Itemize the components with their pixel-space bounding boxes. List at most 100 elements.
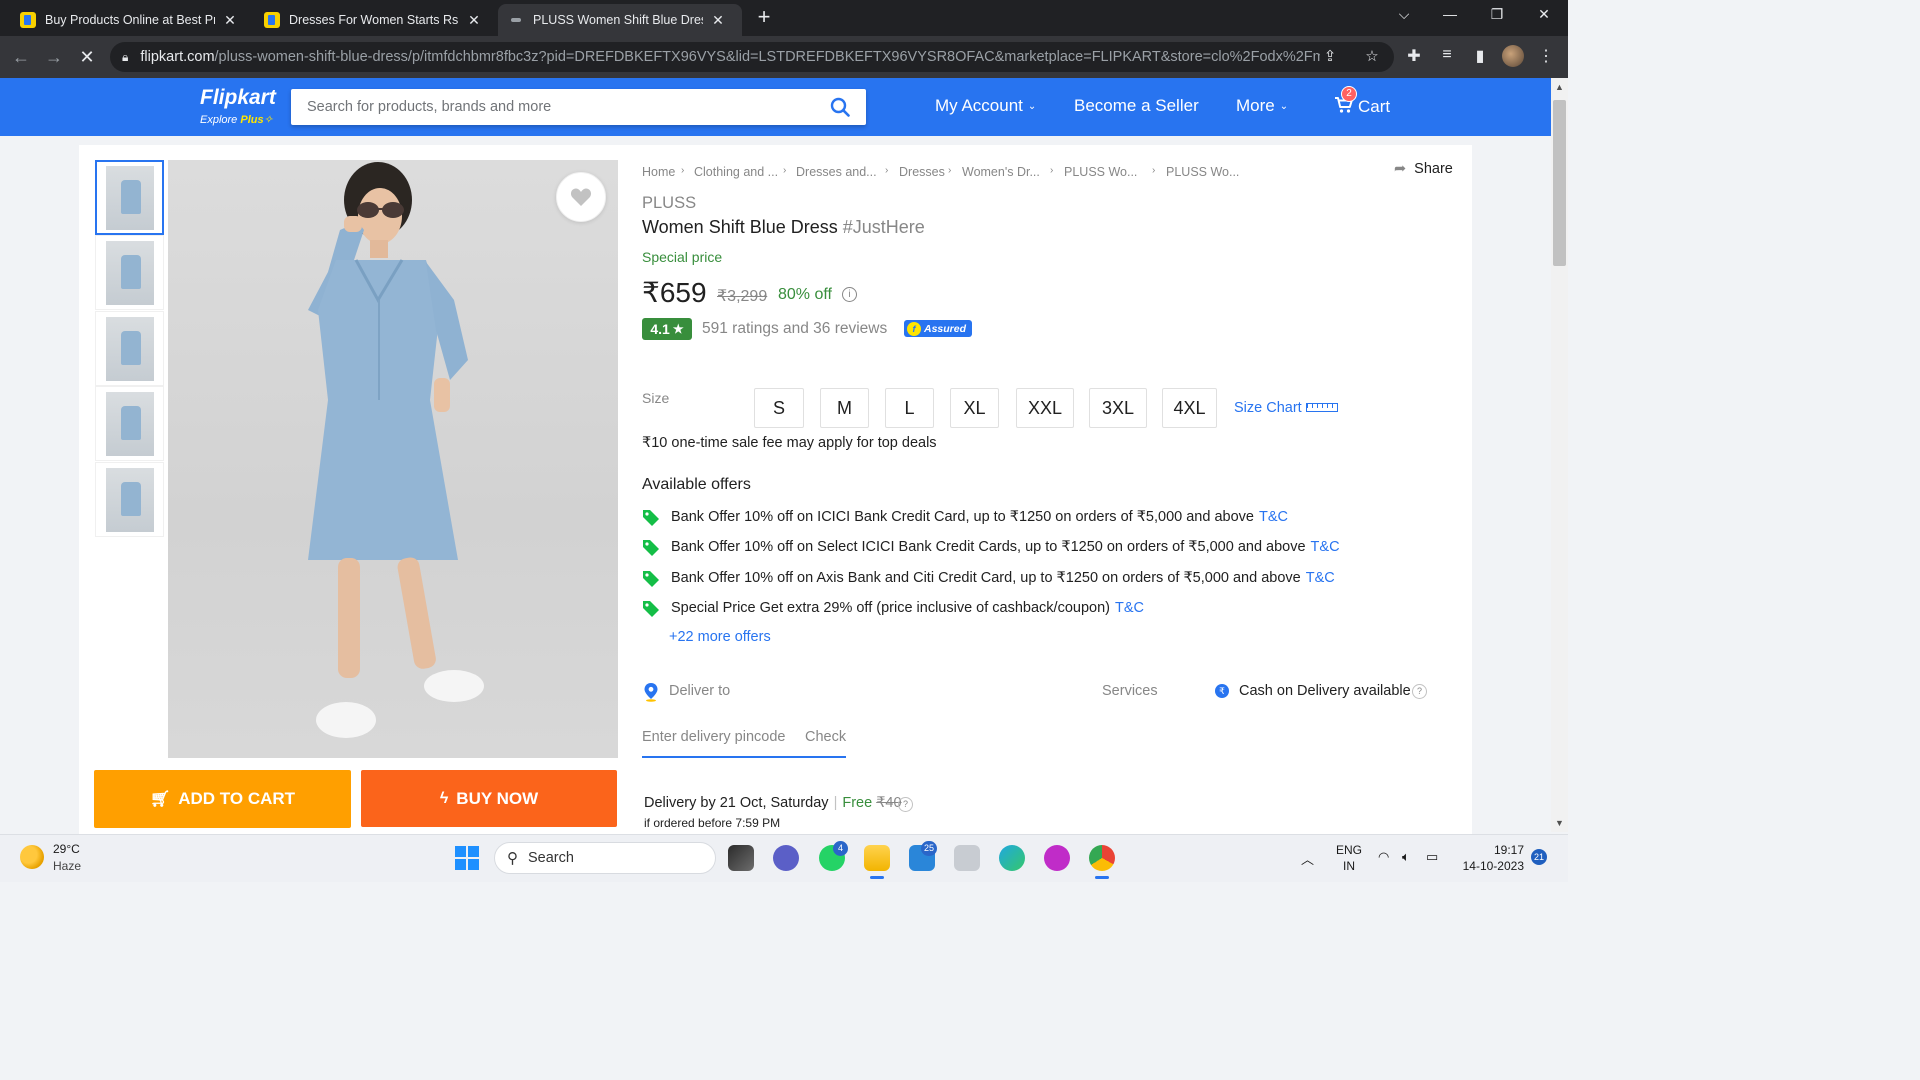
breadcrumb-item[interactable]: Home — [642, 165, 675, 179]
services-label: Services — [1102, 683, 1158, 699]
size-option[interactable]: 4XL — [1162, 388, 1217, 428]
cod-availability: Cash on Delivery available — [1239, 683, 1411, 699]
extensions-puzzle-icon[interactable]: ✚ — [1403, 46, 1425, 66]
my-account-menu[interactable]: My Account ⌄ — [935, 96, 1036, 116]
close-icon[interactable]: ✕ — [221, 12, 239, 29]
media-control-icon[interactable]: ≡ — [1436, 46, 1458, 64]
battery-icon[interactable]: ▭ — [1426, 849, 1438, 865]
notification-badge[interactable]: 21 — [1531, 849, 1547, 865]
weather-sun-icon[interactable] — [20, 845, 44, 869]
window-close-icon[interactable]: ✕ — [1532, 6, 1556, 23]
product-thumbnail[interactable] — [95, 160, 164, 235]
terms-link[interactable]: T&C — [1311, 539, 1340, 555]
browser-tab[interactable]: Buy Products Online at Best Price ✕ — [10, 4, 254, 36]
order-cutoff-note: if ordered before 7:59 PM — [644, 816, 781, 830]
weather-temperature[interactable]: 29°C — [53, 842, 80, 856]
rating-badge[interactable]: 4.1 ★ — [642, 318, 692, 340]
taskbar-search[interactable]: ⚲ Search — [494, 842, 716, 874]
side-panel-icon[interactable]: ▮ — [1469, 46, 1491, 66]
wps-office-icon[interactable] — [1044, 845, 1070, 871]
product-main-image[interactable] — [168, 160, 618, 758]
mail-badge: 25 — [921, 841, 938, 856]
profile-avatar[interactable] — [1502, 45, 1524, 67]
search-icon[interactable] — [830, 97, 850, 117]
running-indicator — [870, 876, 884, 879]
size-option[interactable]: XL — [950, 388, 999, 428]
product-thumbnail[interactable] — [95, 235, 164, 310]
pincode-input[interactable] — [642, 729, 792, 745]
terms-link[interactable]: T&C — [1259, 509, 1288, 525]
notepad-icon[interactable] — [954, 845, 980, 871]
url-bar[interactable]: 🔒︎ flipkart.com/pluss-women-shift-blue-d… — [110, 42, 1394, 72]
product-title: Women Shift Blue Dress #JustHere — [642, 217, 925, 237]
more-offers-link[interactable]: +22 more offers — [669, 629, 771, 645]
scroll-down-icon[interactable]: ▼ — [1551, 818, 1568, 828]
pincode-check-button[interactable]: Check — [805, 729, 846, 745]
price-info-icon[interactable]: i — [842, 287, 857, 302]
search-input[interactable] — [307, 99, 807, 115]
help-question-icon[interactable]: ? — [898, 797, 913, 812]
volume-icon[interactable]: 🔈︎ — [1402, 849, 1410, 865]
terms-link[interactable]: T&C — [1306, 570, 1335, 586]
tab-title: PLUSS Women Shift Blue Dress — [533, 13, 703, 27]
file-explorer-icon[interactable] — [864, 845, 890, 871]
product-thumbnail[interactable] — [95, 462, 164, 537]
size-option[interactable]: XXL — [1016, 388, 1074, 428]
size-option[interactable]: M — [820, 388, 869, 428]
breadcrumb-item[interactable]: Clothing and ... — [694, 165, 778, 179]
breadcrumb-item[interactable]: Dresses and... — [796, 165, 877, 179]
tab-search-chevron-icon[interactable]: ⌵ — [1392, 6, 1416, 23]
windows-start-icon[interactable] — [455, 846, 479, 870]
share-page-icon[interactable]: ⇪ — [1320, 47, 1340, 65]
breadcrumb-item[interactable]: PLUSS Wo... — [1064, 165, 1137, 179]
new-tab-icon[interactable]: + — [752, 6, 776, 28]
language-indicator[interactable]: ENG IN — [1336, 842, 1362, 874]
wifi-icon[interactable]: ◠ — [1378, 849, 1389, 865]
wishlist-button[interactable] — [556, 172, 606, 222]
bookmark-star-icon[interactable]: ☆ — [1362, 47, 1382, 65]
minimize-icon[interactable]: — — [1438, 6, 1462, 22]
size-option[interactable]: L — [885, 388, 934, 428]
flipkart-logo[interactable]: Flipkart Explore Plus✧ — [200, 86, 276, 128]
product-thumbnail[interactable] — [95, 311, 164, 386]
star-icon: ★ — [672, 322, 684, 336]
breadcrumb-item[interactable]: Women's Dr... — [962, 165, 1040, 179]
tray-chevron-up-icon[interactable]: ︿ — [1301, 849, 1314, 868]
restore-icon[interactable]: ❐ — [1485, 6, 1509, 23]
become-seller-link[interactable]: Become a Seller — [1074, 96, 1199, 116]
size-option[interactable]: S — [754, 388, 804, 428]
product-thumbnail[interactable] — [95, 386, 164, 461]
stop-loading-icon[interactable]: ✕ — [76, 46, 98, 68]
close-icon[interactable]: ✕ — [709, 12, 727, 29]
buy-now-button[interactable]: ϟ BUY NOW — [361, 770, 617, 827]
close-icon[interactable]: ✕ — [465, 12, 483, 29]
browser-tab[interactable]: Dresses For Women Starts Rs.17 ✕ — [254, 4, 498, 36]
browser-tab-active[interactable]: PLUSS Women Shift Blue Dress ✕ — [498, 4, 742, 36]
add-to-cart-button[interactable]: 🛒︎ ADD TO CART — [94, 770, 351, 828]
terms-link[interactable]: T&C — [1115, 600, 1144, 616]
chrome-icon[interactable] — [1089, 845, 1115, 871]
scrollbar-thumb[interactable] — [1553, 100, 1566, 266]
breadcrumb-item[interactable]: Dresses — [899, 165, 945, 179]
offer-tag-icon — [643, 601, 659, 617]
scroll-up-icon[interactable]: ▲ — [1551, 82, 1568, 92]
size-option[interactable]: 3XL — [1089, 388, 1147, 428]
more-menu[interactable]: More ⌄ — [1236, 96, 1288, 116]
chevron-down-icon: ⌄ — [1279, 101, 1289, 112]
special-price-label: Special price — [642, 249, 723, 265]
size-chart-link[interactable]: Size Chart — [1234, 400, 1338, 416]
teams-chat-icon[interactable] — [773, 845, 799, 871]
edge-icon[interactable] — [999, 845, 1025, 871]
chrome-menu-icon[interactable]: ⋮ — [1535, 46, 1557, 66]
breadcrumb-item[interactable]: PLUSS Wo... — [1166, 165, 1239, 179]
ratings-reviews-count[interactable]: 591 ratings and 36 reviews — [702, 320, 887, 338]
weather-description[interactable]: Haze — [53, 859, 81, 873]
back-arrow-icon[interactable]: ← — [10, 46, 32, 68]
help-question-icon[interactable]: ? — [1412, 684, 1427, 699]
forward-arrow-icon[interactable]: → — [43, 46, 65, 68]
share-button[interactable]: ➦ Share — [1394, 161, 1453, 177]
task-view-icon[interactable] — [728, 845, 754, 871]
assured-f-icon: f — [907, 321, 921, 336]
system-clock[interactable]: 19:17 14-10-2023 — [1458, 842, 1524, 874]
offers-heading: Available offers — [642, 476, 751, 493]
